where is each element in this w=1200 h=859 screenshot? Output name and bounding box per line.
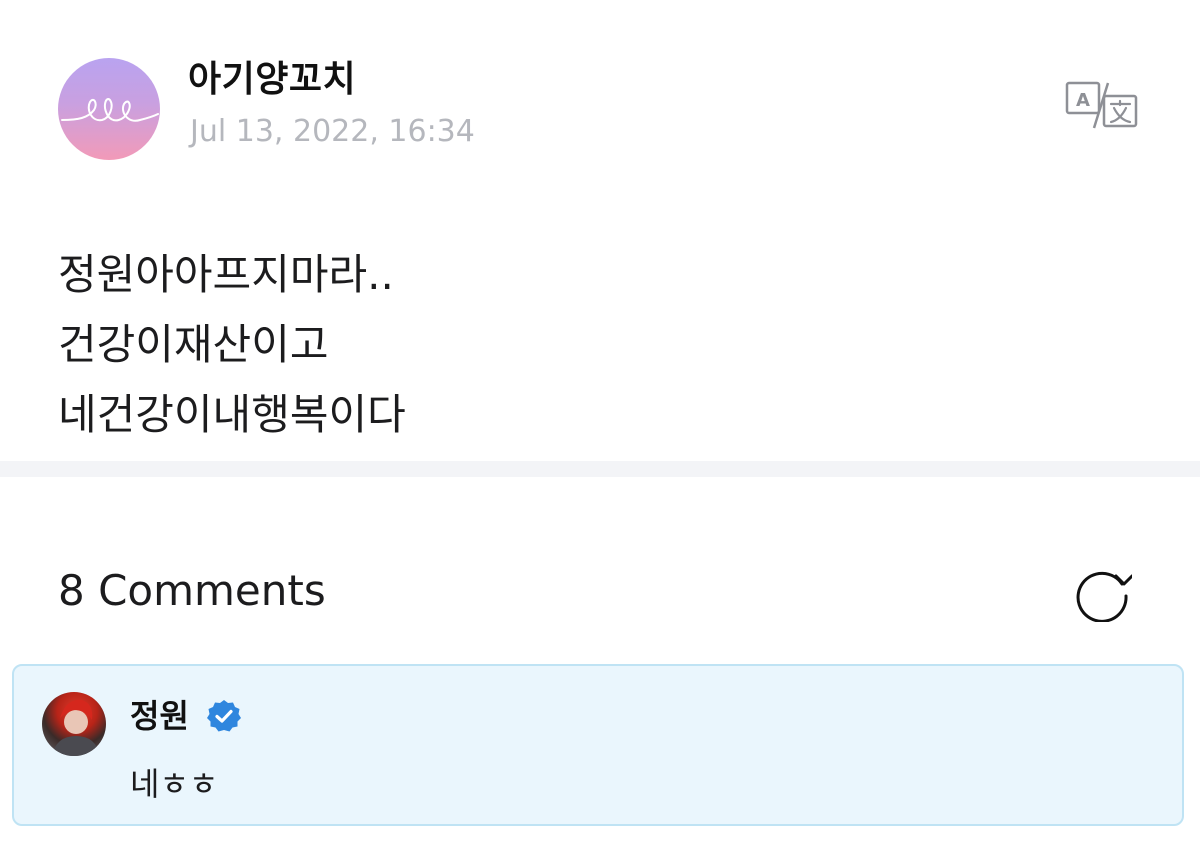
comments-count-title: 8 Comments xyxy=(58,566,326,615)
post-date: Jul 13, 2022, 16:34 xyxy=(190,114,475,149)
refresh-icon xyxy=(1076,571,1134,623)
post-body-line: 정원아아프지마라.. xyxy=(58,250,394,299)
svg-text:A: A xyxy=(1076,90,1090,111)
verified-badge-icon xyxy=(206,698,242,734)
post-body-line: 건강이재산이고 xyxy=(58,320,329,369)
post-body-line: 네건강이내행복이다 xyxy=(58,390,406,439)
refresh-button[interactable] xyxy=(1072,562,1134,623)
author-name[interactable]: 아기양꼬치 xyxy=(188,58,356,102)
comment-text: 네ㅎㅎ xyxy=(130,765,219,803)
signature-logo-icon xyxy=(61,98,159,122)
post-body: 정원아아프지마라.. 건강이재산이고 네건강이내행복이다 xyxy=(58,240,406,450)
avatar-photo-icon xyxy=(52,699,100,756)
translate-button[interactable]: A xyxy=(1064,80,1140,130)
comment-author-avatar[interactable] xyxy=(42,692,106,756)
translate-icon: A xyxy=(1065,81,1138,129)
post-header: 아기양꼬치 Jul 13, 2022, 16:34 A xyxy=(0,0,1200,180)
comment-item[interactable]: 정원 네ㅎㅎ xyxy=(12,664,1184,826)
comment-author-name[interactable]: 정원 xyxy=(130,696,189,736)
section-divider xyxy=(0,461,1200,477)
author-avatar[interactable] xyxy=(58,58,160,160)
post-page: 아기양꼬치 Jul 13, 2022, 16:34 A 정원아아프지마라.. 건… xyxy=(0,0,1200,859)
